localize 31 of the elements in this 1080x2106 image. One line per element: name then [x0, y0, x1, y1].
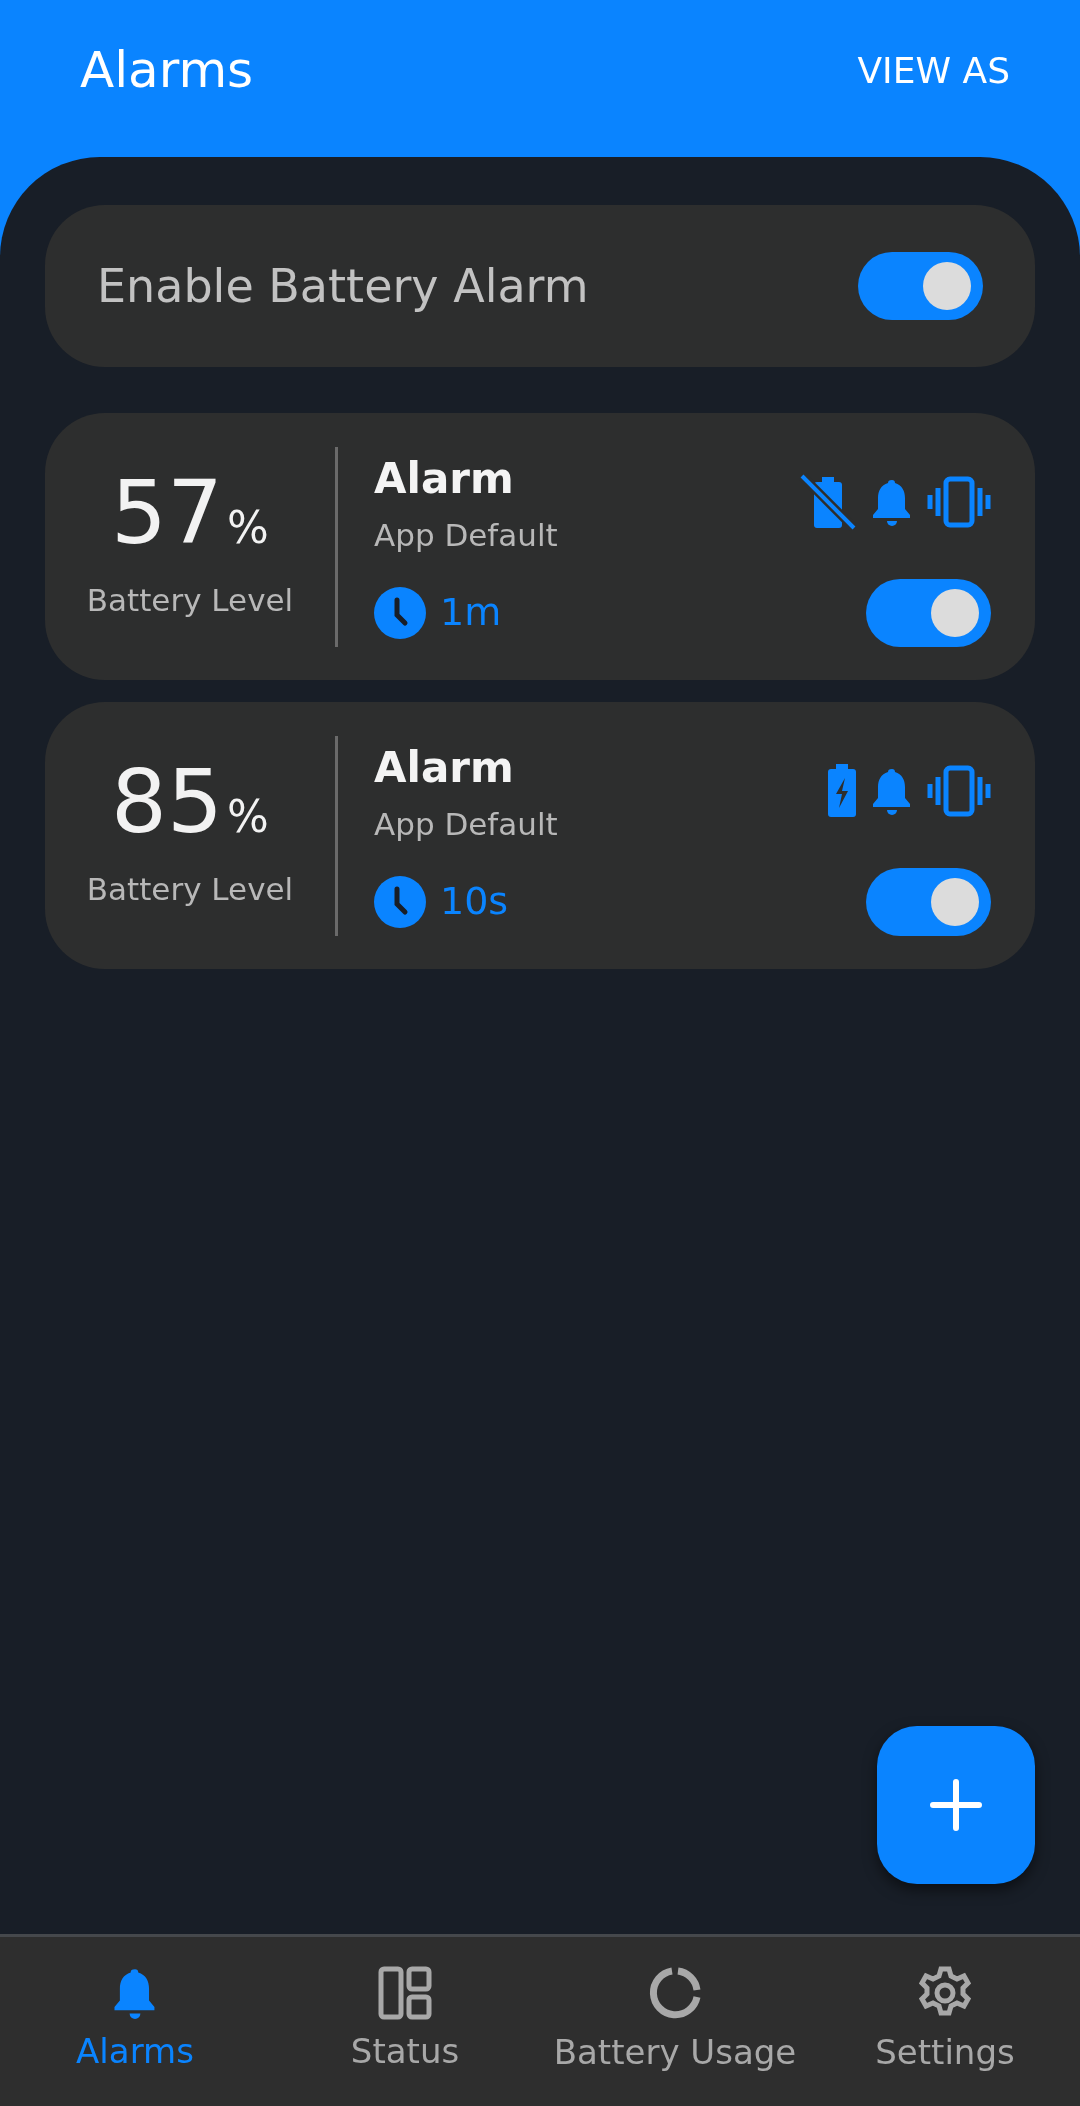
plus-icon [929, 1778, 983, 1832]
nav-tab[interactable]: Alarms [0, 1937, 270, 2106]
view-as-button[interactable]: VIEW AS [857, 43, 1010, 98]
battery-level-label: Battery Level [86, 870, 294, 910]
battery-percent: 57% [111, 461, 269, 565]
clock-icon [374, 875, 426, 928]
battery-off-icon [799, 473, 857, 532]
vibrate-icon [927, 765, 991, 818]
battery-percent: 85% [111, 750, 269, 854]
bell-icon [871, 766, 913, 817]
alarm-title: Alarm [374, 741, 515, 794]
add-button[interactable] [877, 1726, 1035, 1884]
alarm-card[interactable]: 85% Battery Level Alarm App Default 10s [45, 702, 1035, 969]
battery-level-label: Battery Level [86, 581, 294, 621]
donut-icon [647, 1965, 703, 2021]
vibrate-icon [927, 476, 991, 529]
bell-icon [871, 477, 913, 528]
page-title: Alarms [80, 40, 254, 101]
nav-tab[interactable]: Status [270, 1937, 540, 2106]
battery-charging-icon [827, 764, 857, 819]
dashboard-icon [378, 1966, 432, 2020]
alarm-interval: 10s [440, 878, 509, 925]
nav-tab[interactable]: Battery Usage [540, 1937, 810, 2106]
alarm-sound: App Default [374, 515, 558, 555]
alarm-card[interactable]: 57% Battery Level Alarm App Default 1m [45, 413, 1035, 680]
alarm-title: Alarm [374, 452, 515, 505]
enable-label: Enable Battery Alarm [97, 257, 589, 315]
clock-icon [374, 586, 426, 639]
alarm-interval: 1m [440, 589, 502, 636]
nav-tab[interactable]: Settings [810, 1937, 1080, 2106]
alarm-sound: App Default [374, 804, 558, 844]
